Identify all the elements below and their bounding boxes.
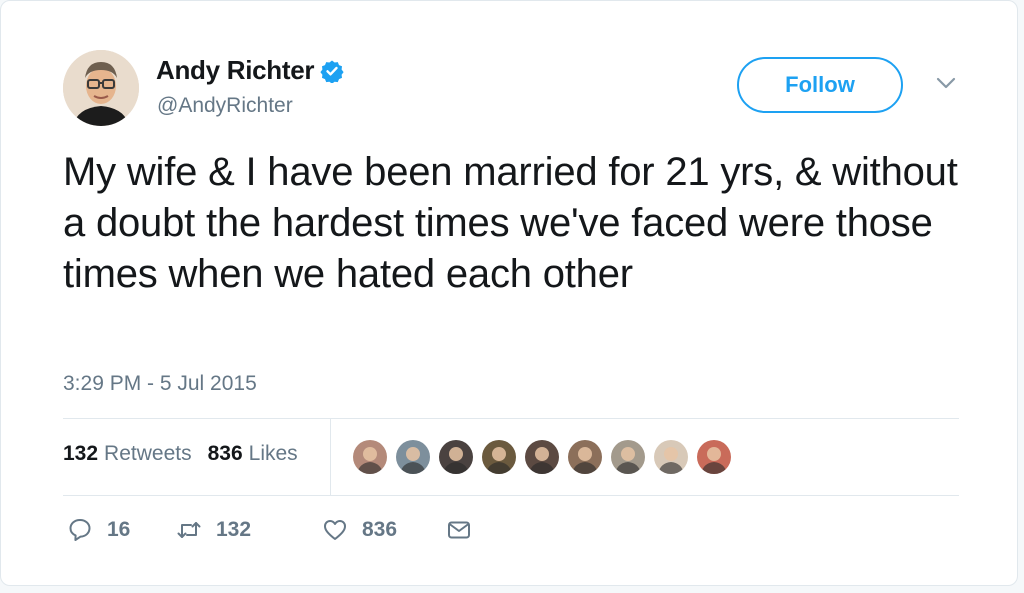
follow-button[interactable]: Follow xyxy=(737,57,903,113)
reply-icon xyxy=(69,519,91,541)
heart-icon xyxy=(324,520,346,540)
liker-avatar[interactable] xyxy=(609,438,647,476)
retweets-count: 132 xyxy=(63,442,99,465)
retweets-label: Retweets xyxy=(104,442,192,465)
reply-count: 16 xyxy=(107,518,131,541)
liker-avatar[interactable] xyxy=(523,438,561,476)
liker-avatar-icon xyxy=(353,440,387,474)
author-name-text: Andy Richter xyxy=(156,55,315,85)
tweet-actions: 16 132 836 xyxy=(67,517,472,543)
envelope-icon xyxy=(448,521,470,539)
divider xyxy=(63,418,959,419)
liker-avatar[interactable] xyxy=(480,438,518,476)
retweet-icon xyxy=(177,522,201,538)
retweet-count: 132 xyxy=(216,518,252,541)
direct-message-button[interactable] xyxy=(446,517,472,543)
divider xyxy=(63,495,959,496)
stats-separator xyxy=(330,419,331,495)
tweet-timestamp[interactable]: 3:29 PM - 5 Jul 2015 xyxy=(63,372,257,396)
chevron-down-icon[interactable] xyxy=(935,75,957,91)
likes-label: Likes xyxy=(248,442,298,465)
like-count: 836 xyxy=(362,518,398,541)
liker-avatar-icon xyxy=(482,440,516,474)
liker-avatar[interactable] xyxy=(695,438,733,476)
liker-avatar-icon xyxy=(697,440,731,474)
author-name[interactable]: Andy Richter xyxy=(156,55,344,86)
tweet-text: My wife & I have been married for 21 yrs… xyxy=(63,150,958,296)
profile-photo-icon xyxy=(63,50,139,126)
tweet-stats: 132 Retweets 836 Likes xyxy=(63,442,298,466)
tweet-card: Andy Richter @AndyRichter Follow My wife… xyxy=(0,0,1018,586)
retweet-button[interactable]: 132 xyxy=(176,517,322,543)
reply-button[interactable]: 16 xyxy=(67,517,176,543)
author-handle[interactable]: @AndyRichter xyxy=(157,94,293,118)
verified-badge-icon xyxy=(320,59,344,84)
liker-avatar-icon xyxy=(439,440,473,474)
likes-stat[interactable]: 836 Likes xyxy=(208,442,298,466)
liker-avatar-icon xyxy=(654,440,688,474)
liker-avatar[interactable] xyxy=(351,438,389,476)
likes-count: 836 xyxy=(207,442,243,465)
liker-avatar[interactable] xyxy=(437,438,475,476)
liker-avatar[interactable] xyxy=(394,438,432,476)
liker-avatar-icon xyxy=(525,440,559,474)
retweets-stat[interactable]: 132 Retweets xyxy=(63,442,192,466)
liker-avatar[interactable] xyxy=(566,438,604,476)
liker-avatar-icon xyxy=(568,440,602,474)
liker-avatars xyxy=(351,438,738,476)
liker-avatar-icon xyxy=(396,440,430,474)
liker-avatar-icon xyxy=(611,440,645,474)
author-avatar[interactable] xyxy=(63,50,139,126)
liker-avatar[interactable] xyxy=(652,438,690,476)
like-button[interactable]: 836 xyxy=(322,517,446,543)
